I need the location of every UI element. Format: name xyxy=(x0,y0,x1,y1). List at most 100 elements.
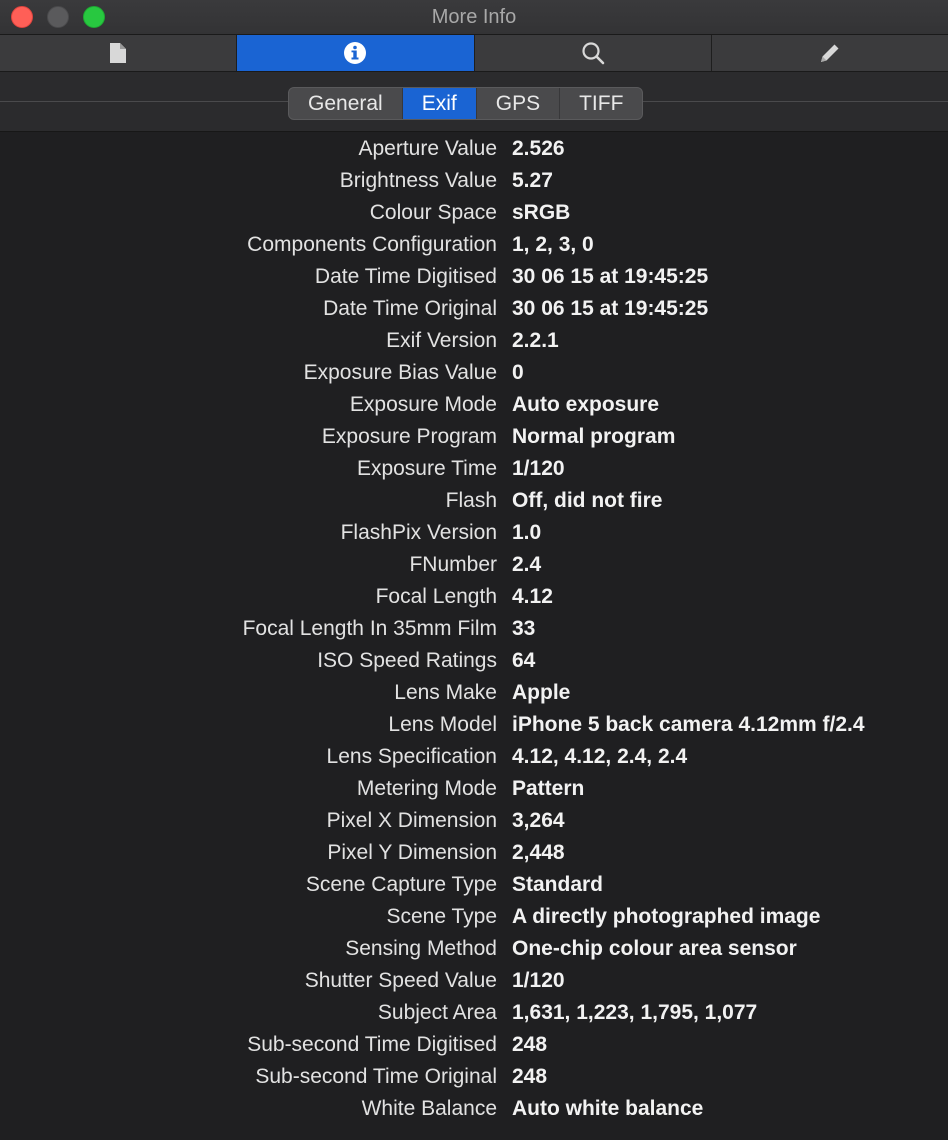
search-tab-button[interactable] xyxy=(474,35,712,71)
exif-row: Exposure Bias Value 0 xyxy=(0,357,948,389)
tab-gps[interactable]: GPS xyxy=(477,88,561,119)
exif-row: Aperture Value 2.526 xyxy=(0,133,948,165)
exif-label: Sub-second Time Original xyxy=(255,1065,497,1088)
exif-label: FNumber xyxy=(409,553,497,576)
exif-row: Metering Mode Pattern xyxy=(0,773,948,805)
exif-properties-list: Aperture Value 2.526 Brightness Value 5.27 C… xyxy=(0,132,948,1140)
tab-bar-area: General Exif GPS TIFF xyxy=(0,72,948,132)
exif-value[interactable]: Standard xyxy=(512,869,603,901)
exif-row: Exif Version 2.2.1 xyxy=(0,325,948,357)
exif-row: Lens Make Apple xyxy=(0,677,948,709)
exif-row: Focal Length In 35mm Film 33 xyxy=(0,613,948,645)
exif-label: Scene Capture Type xyxy=(305,873,497,896)
exif-row: Colour Space sRGB xyxy=(0,197,948,229)
exif-value[interactable]: 1,631, 1,223, 1,795, 1,077 xyxy=(512,997,757,1029)
exif-label: Exposure Program xyxy=(321,425,497,448)
exif-value[interactable]: A directly photographed image xyxy=(512,901,820,933)
exif-label: Lens Make xyxy=(394,681,497,704)
metadata-tabs: General Exif GPS TIFF xyxy=(288,87,644,120)
exif-label: Scene Type xyxy=(386,905,497,928)
tab-tiff[interactable]: TIFF xyxy=(560,88,642,119)
document-icon xyxy=(109,42,127,64)
exif-value[interactable]: 4.12, 4.12, 2.4, 2.4 xyxy=(512,741,687,773)
exif-value[interactable]: sRGB xyxy=(512,197,570,229)
exif-value[interactable]: 33 xyxy=(512,613,535,645)
exif-value[interactable]: Normal program xyxy=(512,421,675,453)
more-info-window: More Info General Exif GPS TIFF Aperture… xyxy=(0,0,948,1140)
exif-row: Exposure Time 1/120 xyxy=(0,453,948,485)
exif-label: Lens Specification xyxy=(326,745,497,768)
exif-label: Exposure Time xyxy=(356,457,497,480)
exif-label: Date Time Original xyxy=(323,297,497,320)
exif-label: Pixel X Dimension xyxy=(326,809,497,832)
exif-value[interactable]: 1.0 xyxy=(512,517,541,549)
exif-row: Flash Off, did not fire xyxy=(0,485,948,517)
exif-label: Exposure Bias Value xyxy=(303,361,497,384)
exif-row: Subject Area 1,631, 1,223, 1,795, 1,077 xyxy=(0,997,948,1029)
exif-row: FNumber 2.4 xyxy=(0,549,948,581)
exif-label: Aperture Value xyxy=(358,137,497,160)
more-info-tab-button[interactable] xyxy=(237,35,475,71)
exif-row: Scene Capture Type Standard xyxy=(0,869,948,901)
exif-value[interactable]: 248 xyxy=(512,1061,547,1093)
window-title: More Info xyxy=(431,6,517,28)
exif-value[interactable]: One-chip colour area sensor xyxy=(512,933,797,965)
exif-label: Focal Length In 35mm Film xyxy=(242,617,497,640)
exif-row: FlashPix Version 1.0 xyxy=(0,517,948,549)
exif-value[interactable]: 2.2.1 xyxy=(512,325,559,357)
exif-value[interactable]: 30 06 15 at 19:45:25 xyxy=(512,261,708,293)
exif-value[interactable]: 2.4 xyxy=(512,549,541,581)
exif-label: Metering Mode xyxy=(356,777,497,800)
pencil-icon xyxy=(818,41,842,65)
exif-row: Sub-second Time Digitised 248 xyxy=(0,1029,948,1061)
exif-value[interactable]: 64 xyxy=(512,645,535,677)
tab-exif[interactable]: Exif xyxy=(402,88,477,119)
exif-value[interactable]: Off, did not fire xyxy=(512,485,662,517)
exif-row: Date Time Original 30 06 15 at 19:45:25 xyxy=(0,293,948,325)
exif-row: Lens Specification 4.12, 4.12, 2.4, 2.4 xyxy=(0,741,948,773)
inspector-toolbar xyxy=(0,35,948,72)
exif-row: Lens Model iPhone 5 back camera 4.12mm f/… xyxy=(0,709,948,741)
exif-value[interactable]: 2.526 xyxy=(512,133,565,165)
exif-label: Sub-second Time Digitised xyxy=(247,1033,497,1056)
exif-label: Brightness Value xyxy=(339,169,497,192)
exif-value[interactable]: 3,264 xyxy=(512,805,565,837)
exif-label: Sensing Method xyxy=(345,937,497,960)
exif-row: ISO Speed Ratings 64 xyxy=(0,645,948,677)
exif-value[interactable]: Auto white balance xyxy=(512,1093,703,1125)
exif-label: FlashPix Version xyxy=(340,521,497,544)
exif-value[interactable]: 4.12 xyxy=(512,581,553,613)
exif-value[interactable]: 248 xyxy=(512,1029,547,1061)
exif-label: Exif Version xyxy=(386,329,497,352)
exif-label: Pixel Y Dimension xyxy=(327,841,497,864)
exif-row: Pixel X Dimension 3,264 xyxy=(0,805,948,837)
exif-value[interactable]: 1/120 xyxy=(512,453,565,485)
tab-general[interactable]: General xyxy=(289,88,403,119)
exif-label: ISO Speed Ratings xyxy=(317,649,497,672)
exif-row: Sub-second Time Original 248 xyxy=(0,1061,948,1093)
exif-label: Shutter Speed Value xyxy=(304,969,497,992)
exif-row: Focal Length 4.12 xyxy=(0,581,948,613)
exif-value[interactable]: iPhone 5 back camera 4.12mm f/2.4 xyxy=(512,709,865,741)
exif-value[interactable]: 1/120 xyxy=(512,965,565,997)
exif-value[interactable]: Apple xyxy=(512,677,570,709)
exif-value[interactable]: 0 xyxy=(512,357,524,389)
exif-value[interactable]: 30 06 15 at 19:45:25 xyxy=(512,293,708,325)
exif-row: Date Time Digitised 30 06 15 at 19:45:25 xyxy=(0,261,948,293)
exif-value[interactable]: 1, 2, 3, 0 xyxy=(512,229,594,261)
exif-label: White Balance xyxy=(361,1097,497,1120)
exif-label: Colour Space xyxy=(369,201,497,224)
exif-label: Components Configuration xyxy=(247,233,497,256)
exif-row: Exposure Mode Auto exposure xyxy=(0,389,948,421)
general-info-tab-button[interactable] xyxy=(0,35,238,71)
edit-tab-button[interactable] xyxy=(711,35,948,71)
exif-row: Scene Type A directly photographed image xyxy=(0,901,948,933)
exif-value[interactable]: 5.27 xyxy=(512,165,553,197)
exif-label: Focal Length xyxy=(375,585,497,608)
exif-row: Exposure Program Normal program xyxy=(0,421,948,453)
exif-value[interactable]: Pattern xyxy=(512,773,584,805)
exif-value[interactable]: Auto exposure xyxy=(512,389,659,421)
exif-value[interactable]: 2,448 xyxy=(512,837,565,869)
exif-row: Sensing Method One-chip colour area senso… xyxy=(0,933,948,965)
exif-label: Lens Model xyxy=(388,713,497,736)
